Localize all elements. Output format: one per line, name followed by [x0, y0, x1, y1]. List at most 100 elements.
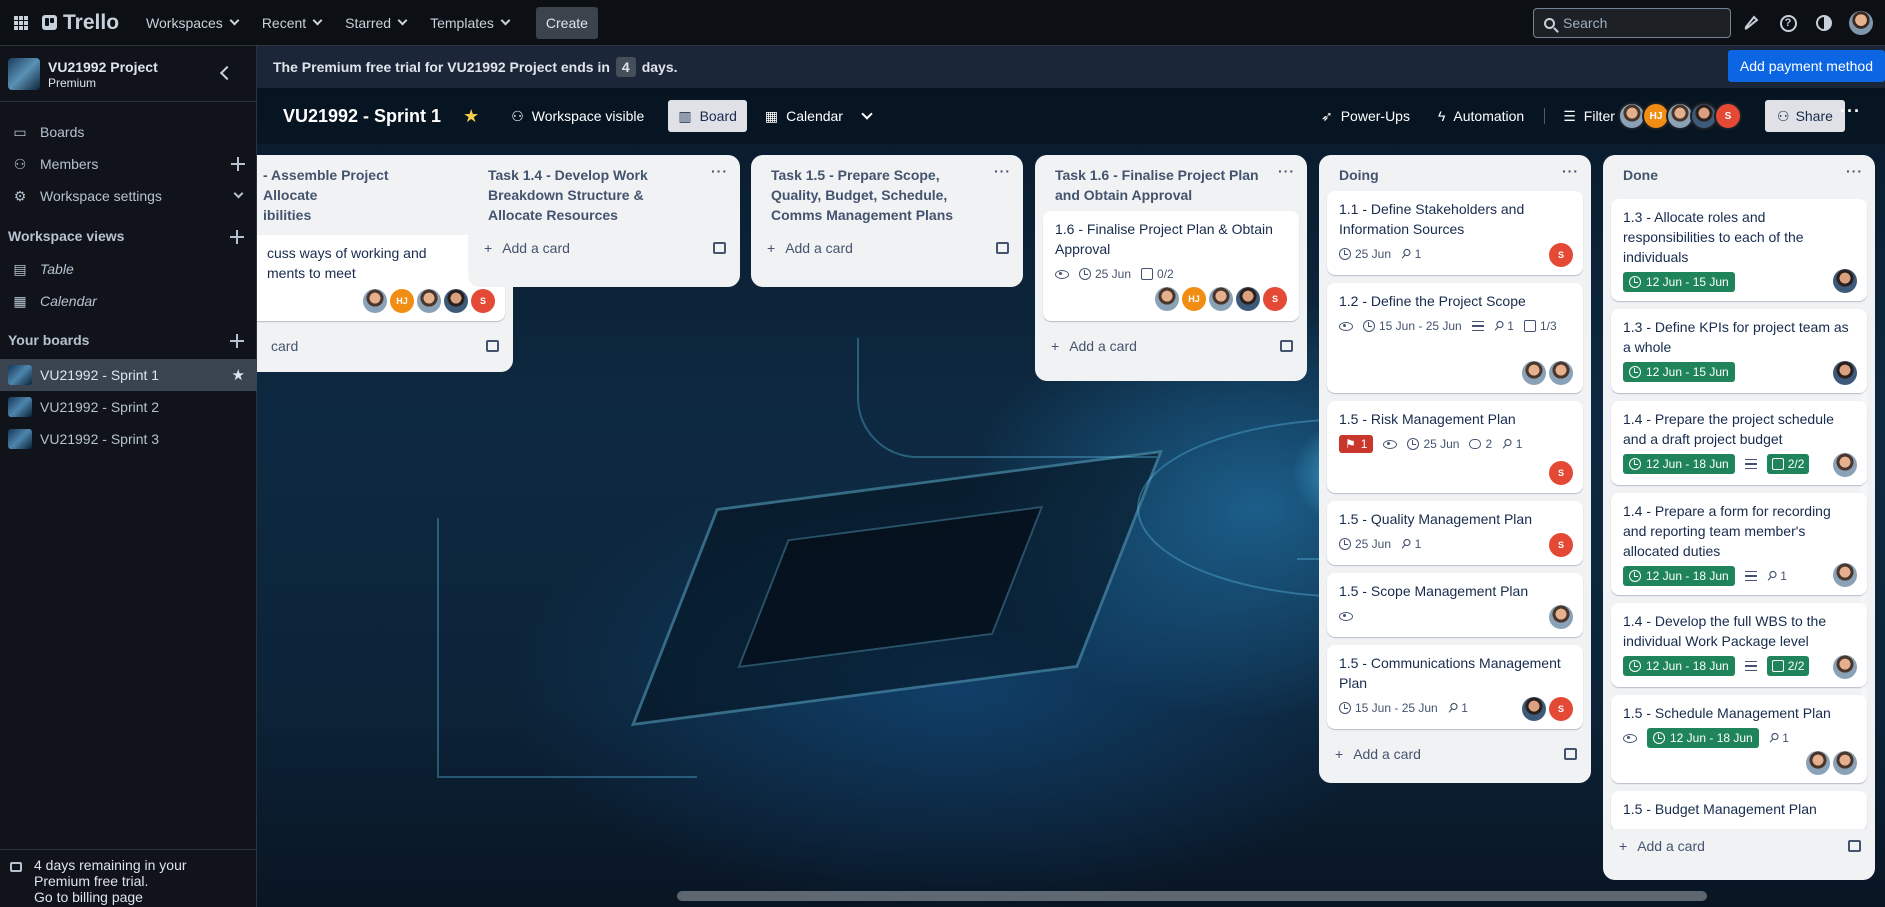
avatar[interactable]: S	[1714, 102, 1742, 130]
add-member-icon[interactable]	[231, 157, 245, 171]
board-title[interactable]: VU21992 - Sprint 1	[283, 106, 441, 127]
card[interactable]: 1.1 - Define Stakeholders and Informatio…	[1327, 191, 1583, 275]
sidebar-item-boards[interactable]: ▭ Boards	[0, 116, 257, 148]
add-board-icon[interactable]	[230, 334, 244, 348]
search-icon	[1544, 17, 1555, 29]
trello-logo-icon	[42, 15, 57, 30]
card[interactable]: 1.5 - Quality Management Plan 25 Jun ⚲ 1 …	[1327, 501, 1583, 565]
recent-menu[interactable]: Recent	[253, 7, 330, 39]
card[interactable]: 1.5 - Communications Management Plan 15 …	[1327, 645, 1583, 729]
visibility-button[interactable]: ⚇ Workspace visible	[501, 100, 654, 132]
add-card-button[interactable]: + Add a card	[468, 231, 740, 265]
add-payment-button[interactable]: Add payment method	[1727, 50, 1885, 82]
list-task-1-4: Task 1.4 - Develop Work Breakdown Struct…	[468, 155, 740, 287]
board-menu-icon[interactable]: ···	[1840, 102, 1861, 120]
list-menu-icon[interactable]: ···	[711, 164, 728, 178]
list-title[interactable]: Task 1.4 - Develop Work Breakdown Struct…	[468, 155, 740, 231]
avatar	[444, 289, 468, 313]
billing-link[interactable]: Go to billing page	[34, 889, 247, 905]
card[interactable]: 1.4 - Prepare the project schedule and a…	[1611, 401, 1867, 485]
list-menu-icon[interactable]: ···	[1846, 164, 1863, 178]
collapse-sidebar-icon[interactable]	[219, 65, 235, 81]
automation-button[interactable]: ϟ Automation	[1428, 100, 1534, 132]
add-card-button[interactable]: card	[257, 329, 513, 363]
card-template-icon[interactable]	[1564, 748, 1577, 760]
add-view-icon[interactable]	[230, 230, 244, 244]
card[interactable]: 1.5 - Risk Management Plan ⚑ 1 25 Jun 2 ⚲…	[1327, 401, 1583, 493]
list-title[interactable]: Task 1.5 - Prepare Scope, Quality, Budge…	[751, 155, 1023, 231]
card-template-icon[interactable]	[713, 242, 726, 254]
list-title[interactable]: Task 1.6 - Finalise Project Plan and Obt…	[1035, 155, 1307, 211]
people-icon: ⚇	[511, 107, 524, 124]
sidebar-board-sprint-2[interactable]: VU21992 - Sprint 2	[0, 391, 257, 423]
create-button[interactable]: Create	[535, 6, 598, 39]
card-template-icon[interactable]	[1848, 840, 1861, 852]
list-menu-icon[interactable]: ···	[1562, 164, 1579, 178]
star-icon[interactable]: ★	[463, 106, 479, 127]
card[interactable]: 1.3 - Define KPIs for project team as a …	[1611, 309, 1867, 393]
add-card-button[interactable]: + Add a card	[1319, 737, 1591, 771]
calendar-view-tab[interactable]: ▦ Calendar	[755, 100, 853, 132]
trial-footer[interactable]: 4 days remaining in your Premium free tr…	[0, 849, 257, 907]
done-card-scroller[interactable]: 1.3 - Allocate roles and responsibilitie…	[1603, 191, 1875, 829]
sidebar-board-sprint-3[interactable]: VU21992 - Sprint 3	[0, 423, 257, 455]
checklist-icon	[1771, 458, 1784, 470]
board-members[interactable]: HJ S	[1618, 102, 1742, 130]
card-template-icon[interactable]	[1280, 340, 1293, 352]
plus-icon: +	[484, 240, 493, 256]
chevron-down-icon[interactable]	[861, 108, 873, 120]
add-card-button[interactable]: + Add a card	[1035, 329, 1307, 363]
star-icon[interactable]: ★	[232, 366, 245, 384]
sidebar-item-table[interactable]: ▤ Table	[0, 253, 257, 285]
card[interactable]: 1.5 - Scope Management Plan	[1327, 573, 1583, 637]
list-menu-icon[interactable]: ···	[1278, 164, 1295, 178]
card[interactable]: 1.6 - Finalise Project Plan & Obtain App…	[1043, 211, 1299, 321]
list-menu-icon[interactable]: ···	[994, 164, 1011, 178]
votes-badge: ⚑ 1	[1339, 435, 1374, 453]
list-title[interactable]: Done	[1603, 155, 1875, 191]
banner-text: The Premium free trial for VU21992 Proje…	[273, 59, 610, 75]
theme-icon[interactable]	[1814, 13, 1834, 33]
sidebar-board-sprint-1[interactable]: VU21992 - Sprint 1 ★	[0, 359, 257, 391]
trello-logo[interactable]: Trello	[42, 11, 119, 35]
share-icon: ⚇	[1777, 107, 1790, 124]
card[interactable]: 1.5 - Budget Management Plan	[1611, 791, 1867, 829]
sidebar-item-members[interactable]: ⚇ Members	[0, 148, 257, 180]
workspace-views-heading: Workspace views	[8, 228, 125, 244]
workspaces-menu[interactable]: Workspaces	[137, 7, 247, 39]
help-icon[interactable]: ?	[1778, 13, 1798, 33]
card[interactable]: 1.3 - Allocate roles and responsibilitie…	[1611, 199, 1867, 301]
card[interactable]: 1.2 - Define the Project Scope 15 Jun - …	[1327, 283, 1583, 393]
card-members: S	[1546, 461, 1573, 485]
card[interactable]: 1.5 - Schedule Management Plan 12 Jun - …	[1611, 695, 1867, 783]
card-template-icon[interactable]	[996, 242, 1009, 254]
watching-icon	[1623, 733, 1637, 743]
starred-menu[interactable]: Starred	[336, 7, 415, 39]
card[interactable]: 1.4 - Prepare a form for recording and r…	[1611, 493, 1867, 595]
app-switcher-icon[interactable]	[0, 0, 42, 46]
card[interactable]: 1.4 - Develop the full WBS to the indivi…	[1611, 603, 1867, 687]
done-list-scrollbar[interactable]	[1861, 378, 1867, 758]
list-title[interactable]: Doing	[1319, 155, 1591, 191]
sidebar-item-workspace-settings[interactable]: ⚙ Workspace settings	[0, 180, 257, 212]
comments-badge: 2	[1469, 437, 1492, 451]
list-done: Done ··· 1.3 - Allocate roles and respon…	[1603, 155, 1875, 880]
card-title: 1.3 - Allocate roles and responsibilitie…	[1623, 209, 1804, 265]
templates-menu[interactable]: Templates	[421, 7, 518, 39]
notifications-icon[interactable]	[1741, 13, 1761, 33]
avatar: S	[1549, 461, 1573, 485]
card-members	[1519, 361, 1573, 385]
search-input[interactable]: Search	[1533, 8, 1731, 38]
add-card-button[interactable]: + Add a card	[751, 231, 1023, 265]
sidebar-item-calendar[interactable]: ▦ Calendar	[0, 285, 257, 317]
board-view-tab[interactable]: ▥ Board	[668, 100, 747, 132]
avatar: S	[1263, 287, 1287, 311]
avatar	[1833, 269, 1857, 293]
horizontal-scrollbar[interactable]	[677, 891, 1707, 901]
card-template-icon[interactable]	[486, 340, 499, 352]
add-card-button[interactable]: + Add a card	[1603, 829, 1875, 863]
account-avatar[interactable]	[1849, 11, 1873, 35]
filter-button[interactable]: ☰ Filter	[1553, 100, 1625, 132]
powerups-button[interactable]: ➶ Power-Ups	[1311, 100, 1420, 132]
share-button[interactable]: ⚇ Share	[1765, 100, 1845, 132]
